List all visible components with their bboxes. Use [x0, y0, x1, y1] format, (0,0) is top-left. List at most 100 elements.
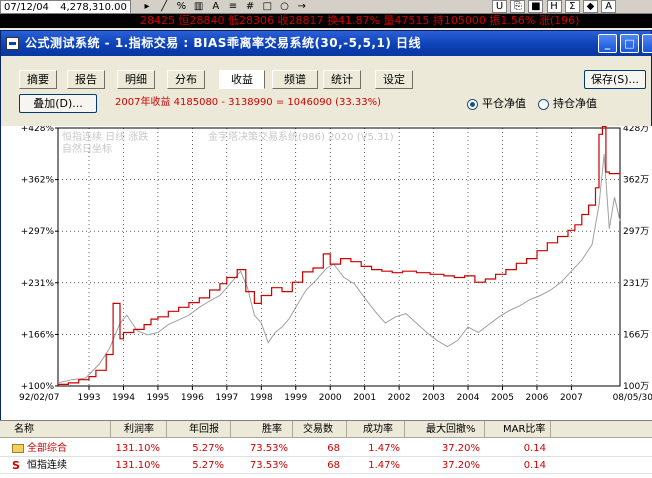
percent-icon[interactable]: %: [174, 0, 188, 13]
table-row-hsi[interactable]: S 恒指连续 131.10% 5.27% 73.53% 68 1.47% 37.…: [0, 457, 652, 474]
radio-hold-net-label: 持仓净值: [553, 97, 597, 110]
maximize-button[interactable]: □: [620, 34, 639, 53]
h-icon[interactable]: H: [546, 0, 562, 13]
year-profit-info: 2007年收益 4185080 - 3138990 = 1046090 (33.…: [115, 97, 382, 108]
right-axis-label: 428万: [623, 126, 649, 134]
row-mar-ratio: 0.14: [523, 443, 546, 454]
tab-summary[interactable]: 摘要: [19, 70, 57, 89]
year-label: 2001: [353, 393, 376, 403]
chart-legend-line2: 自然日坐标: [62, 142, 112, 155]
window-title: 公式测试系统 - 1.指标交易 : BIAS乖离率交易系统(30,-5,5,1)…: [25, 36, 421, 50]
grid-icon[interactable]: #: [243, 0, 257, 13]
radio-close-net-dot[interactable]: [467, 99, 478, 110]
box-icon[interactable]: ■: [528, 0, 544, 13]
title-bar[interactable]: 公式测试系统 - 1.指标交易 : BIAS乖离率交易系统(30,-5,5,1)…: [1, 31, 652, 56]
sum-icon[interactable]: Σ: [564, 0, 580, 13]
formula-test-window: 公式测试系统 - 1.指标交易 : BIAS乖离率交易系统(30,-5,5,1)…: [0, 30, 652, 478]
year-label: 1999: [284, 393, 307, 403]
row-success-rate: 1.47%: [368, 460, 400, 471]
copy-icon[interactable]: ⎘: [510, 0, 526, 13]
tab-detail[interactable]: 明细: [117, 70, 155, 89]
radio-hold-net-dot[interactable]: [538, 99, 549, 110]
year-label: 2004: [457, 393, 480, 403]
right-axis-label: 231万: [623, 279, 649, 289]
cursor-icon[interactable]: ▸: [140, 0, 154, 13]
right-axis-label: 297万: [623, 227, 649, 237]
header-success-rate: 成功率: [363, 424, 393, 435]
header-name: 名称: [14, 424, 34, 435]
plot-frame: [57, 127, 621, 387]
equity-chart-svg: +428% 428万 +362% 362万 +297% 297万 +231% 231万 +166…: [19, 124, 652, 403]
save-button[interactable]: 保存(S)...: [584, 70, 646, 89]
row-name: 恒指连续: [27, 460, 67, 471]
header-max-drawdown: 最大回撤%: [426, 424, 476, 435]
year-label: 1998: [250, 393, 273, 403]
bar-tool-icon[interactable]: ▥: [192, 0, 206, 13]
date-text: 07/12/04: [4, 2, 49, 13]
table-row-all[interactable]: 全部综合 131.10% 5.27% 73.53% 68 1.47% 37.20…: [0, 440, 652, 457]
row-annual-return: 5.27%: [192, 460, 224, 471]
chart-watermark: 金字塔决策交易系统(986) 2020 (V5.31): [208, 130, 394, 143]
left-axis-label: +297%: [21, 227, 55, 237]
text-tool-icon[interactable]: A: [209, 0, 223, 13]
row-win-rate: 73.53%: [249, 443, 288, 454]
s-icon: S: [12, 459, 20, 472]
right-axis-label: 362万: [623, 176, 649, 186]
minimize-button[interactable]: _: [598, 34, 617, 53]
overlay-button[interactable]: 叠加(D)...: [19, 94, 97, 113]
radio-close-net-label: 平仓净值: [482, 97, 526, 110]
end-date-label: 08/05/30: [613, 393, 652, 403]
arrow-icon[interactable]: →: [295, 0, 309, 13]
year-label: 1995: [146, 393, 169, 403]
row-win-rate: 73.53%: [249, 460, 288, 471]
header-win-rate: 胜率: [262, 424, 282, 435]
close-button[interactable]: [642, 34, 652, 53]
chart-legend-line1: 恒指连续 日线 涨跌: [62, 130, 148, 143]
row-profit-rate: 131.10%: [115, 460, 161, 471]
year-label: 2003: [422, 393, 445, 403]
main-toolbar: 07/12/04 4,278,310.00 ▸ ╱ % ▥ A ≡ # □ ○ …: [0, 0, 652, 14]
font-icon[interactable]: A: [601, 0, 617, 13]
year-label: 2007: [560, 393, 583, 403]
start-date-label: 92/02/07: [19, 393, 59, 403]
line-tool-icon[interactable]: ╱: [157, 0, 171, 13]
folder-icon: [12, 444, 24, 453]
results-table: 名称 利润率 年回报 胜率 交易数 成功率 最大回撤% MAR比率 全部综合 1…: [0, 420, 652, 478]
header-trade-count: 交易数: [303, 424, 333, 435]
tab-settings[interactable]: 设定: [375, 70, 413, 89]
left-axis-label: +231%: [21, 279, 55, 289]
row-max-drawdown: 37.20%: [441, 460, 480, 471]
paint-icon[interactable]: ◆: [582, 0, 598, 13]
left-axis-label: +100%: [21, 382, 55, 392]
row-profit-rate: 131.10%: [115, 443, 161, 454]
right-axis-label: 166万: [623, 330, 649, 340]
tab-spectrum[interactable]: 频谱: [272, 70, 318, 89]
left-axis-label: +362%: [21, 176, 55, 186]
year-label: 1996: [181, 393, 204, 403]
row-success-rate: 1.47%: [368, 443, 400, 454]
tab-report[interactable]: 报告: [67, 70, 105, 89]
tab-distribution[interactable]: 分布: [167, 70, 205, 89]
row-max-drawdown: 37.20%: [441, 443, 480, 454]
date-price-readout: 07/12/04 4,278,310.00: [0, 0, 131, 13]
list-icon[interactable]: ≡: [226, 0, 240, 13]
circle-icon[interactable]: ○: [278, 0, 292, 13]
toolbar-icons: ▸ ╱ % ▥ A ≡ # □ ○ →: [140, 0, 309, 13]
tab-profit[interactable]: 收益: [219, 70, 265, 89]
row-trade-count: 68: [327, 443, 340, 454]
ticker-strip: 28425 恒28840 低28306 收28817 换41.87% 量4751…: [0, 14, 652, 28]
year-label: 2000: [319, 393, 342, 403]
row-name: 全部综合: [27, 443, 67, 454]
row-annual-return: 5.27%: [192, 443, 224, 454]
right-axis-label: 100万: [623, 382, 649, 392]
rect-icon[interactable]: □: [260, 0, 274, 13]
year-label: 2002: [388, 393, 411, 403]
ticker-text: 28425 恒28840 低28306 收28817 换41.87% 量4751…: [140, 14, 580, 27]
toolbar-right-icons: U ⎘ ■ H Σ ◆ A: [492, 0, 617, 13]
header-profit-rate: 利润率: [124, 424, 154, 435]
row-mar-ratio: 0.14: [523, 460, 546, 471]
window-icon: [6, 37, 19, 50]
year-label: 1994: [112, 393, 135, 403]
u-icon[interactable]: U: [492, 0, 507, 13]
tab-stats[interactable]: 统计: [323, 70, 361, 89]
